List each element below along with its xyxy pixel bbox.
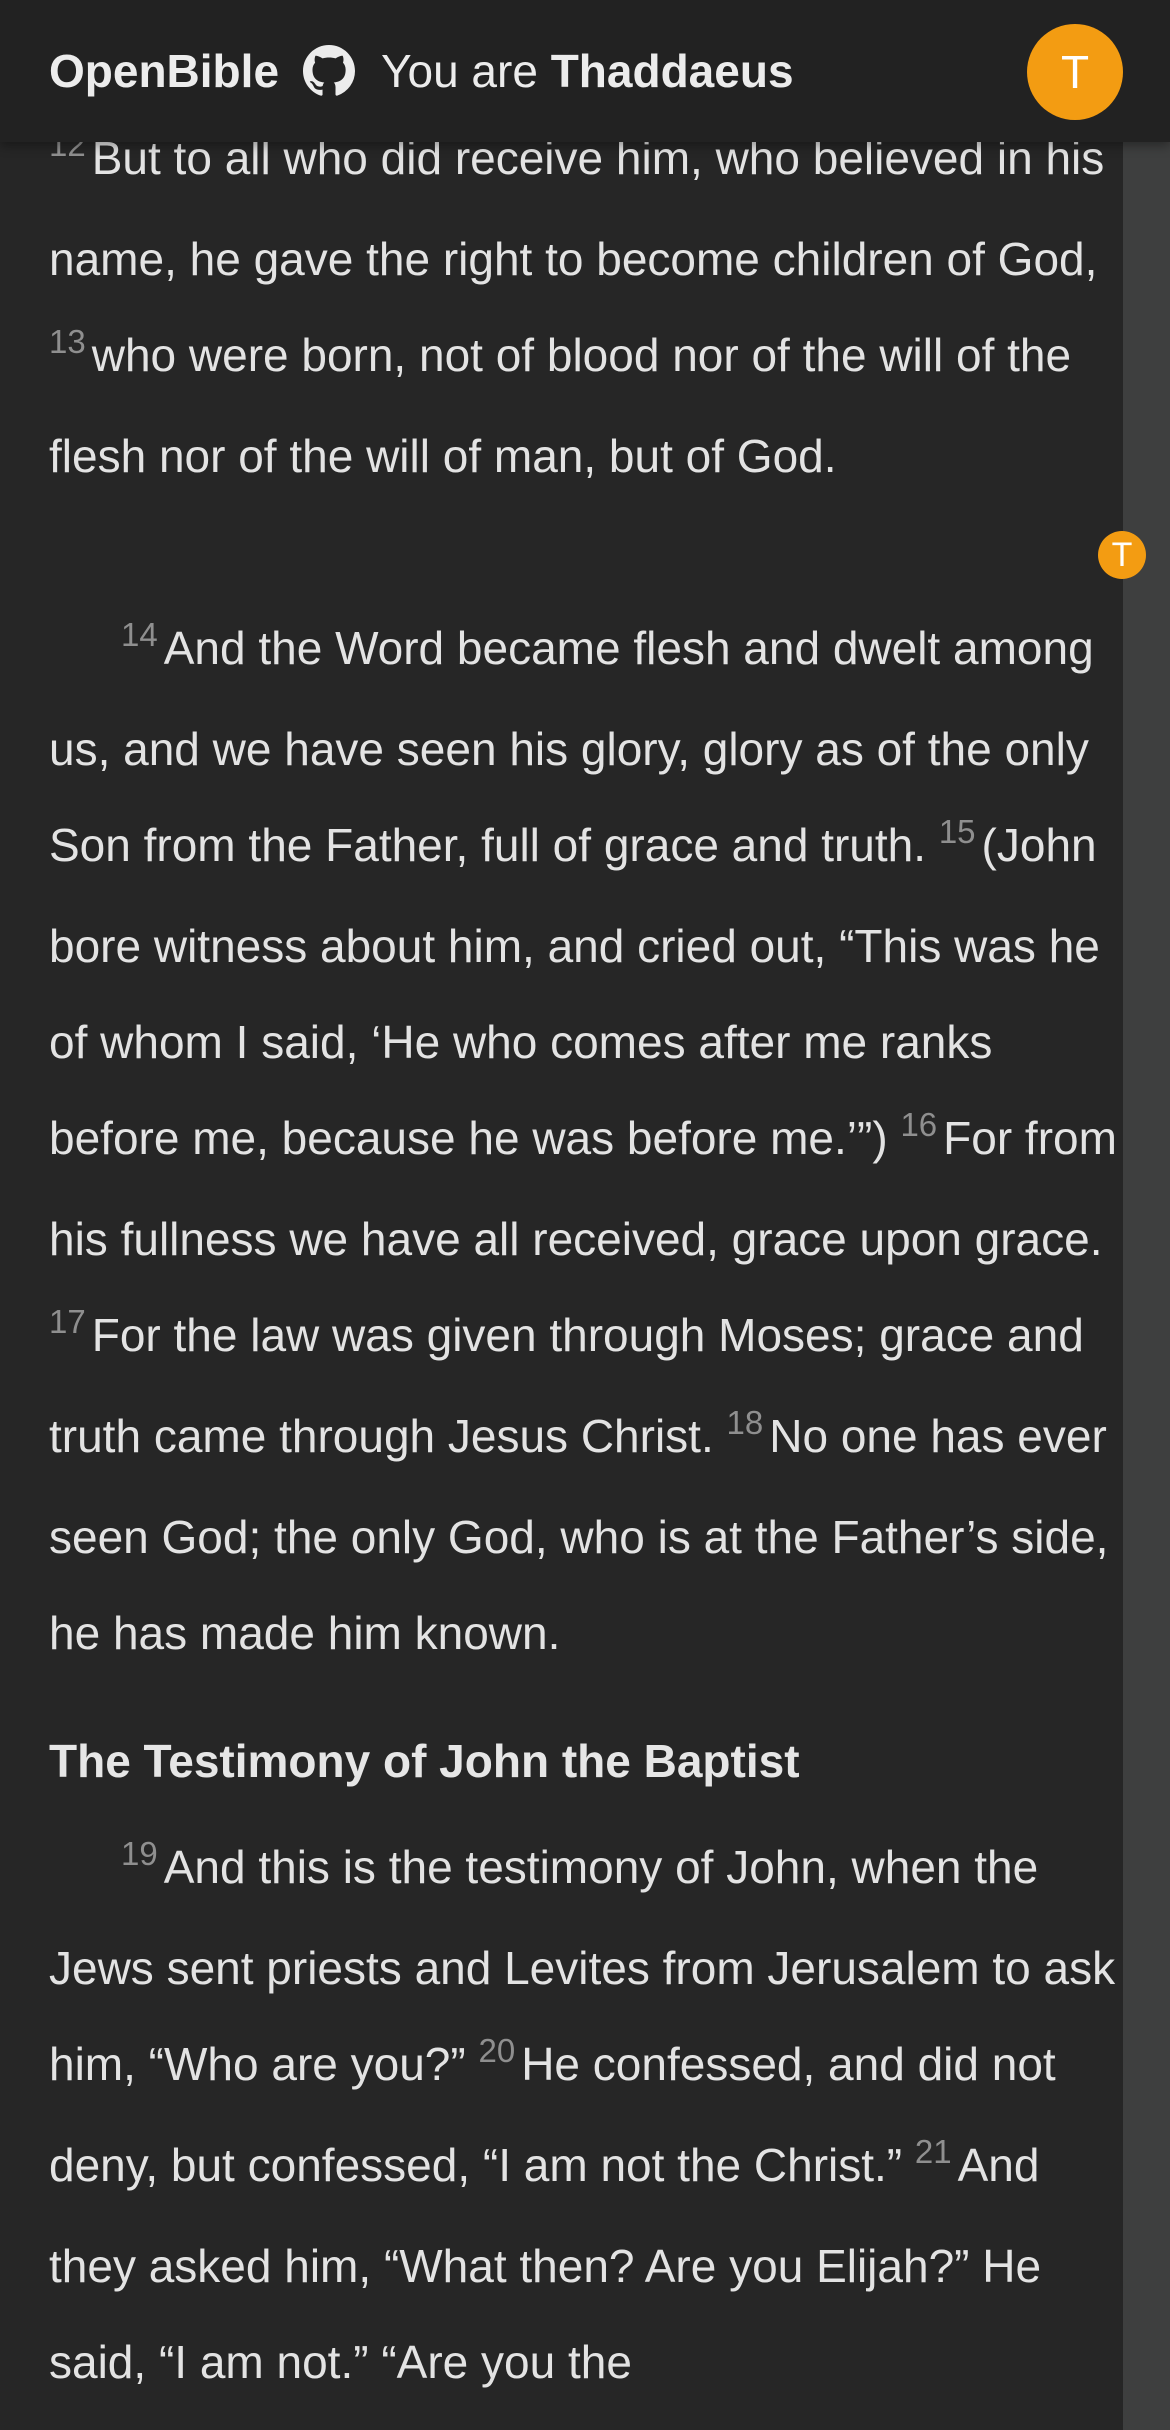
github-icon[interactable] (303, 45, 356, 97)
current-user-name: Thaddaeus (550, 45, 794, 97)
verse-text: But to all who did receive him, who beli… (49, 132, 1105, 285)
section-heading: The Testimony of John the Baptist (49, 1735, 800, 1787)
verse-number[interactable]: 20 (478, 2032, 515, 2069)
reader-page: 12 But to all who did receive him, who be… (0, 0, 1170, 2430)
verse-number[interactable]: 16 (900, 1106, 937, 1143)
app-header: OpenBible You are Thaddaeus T (0, 0, 1170, 142)
you-are-prefix: You are (381, 45, 538, 97)
passage-content: 12 But to all who did receive him, who be… (49, 118, 1119, 2410)
verse-number[interactable]: 13 (49, 323, 86, 360)
verse-number[interactable]: 19 (121, 1835, 158, 1872)
paragraph-3: 19 And this is the testimony of John, whe… (49, 1819, 1119, 2410)
paragraph-1: 12 But to all who did receive him, who be… (49, 110, 1119, 504)
current-user-label: You are Thaddaeus (381, 44, 794, 98)
verse-number[interactable]: 14 (121, 616, 158, 653)
verse-number[interactable]: 17 (49, 1303, 86, 1340)
verse-text: who were born, not of blood nor of the w… (49, 329, 1072, 482)
paragraph-2: 14 And the Word became flesh and dwelt am… (49, 600, 1119, 1681)
verse-number[interactable]: 18 (727, 1404, 764, 1441)
verse-text: And the Word became flesh and dwelt amon… (49, 622, 1094, 871)
verse-number[interactable]: 15 (939, 813, 976, 850)
brand-logo-text[interactable]: OpenBible (49, 44, 279, 98)
user-avatar[interactable]: T (1027, 24, 1123, 120)
verse-number[interactable]: 21 (915, 2133, 952, 2170)
scrollbar-track[interactable] (1123, 140, 1170, 2430)
passage-viewport: 12 But to all who did receive him, who be… (0, 0, 1122, 2430)
reader-position-marker[interactable]: T (1098, 531, 1146, 579)
